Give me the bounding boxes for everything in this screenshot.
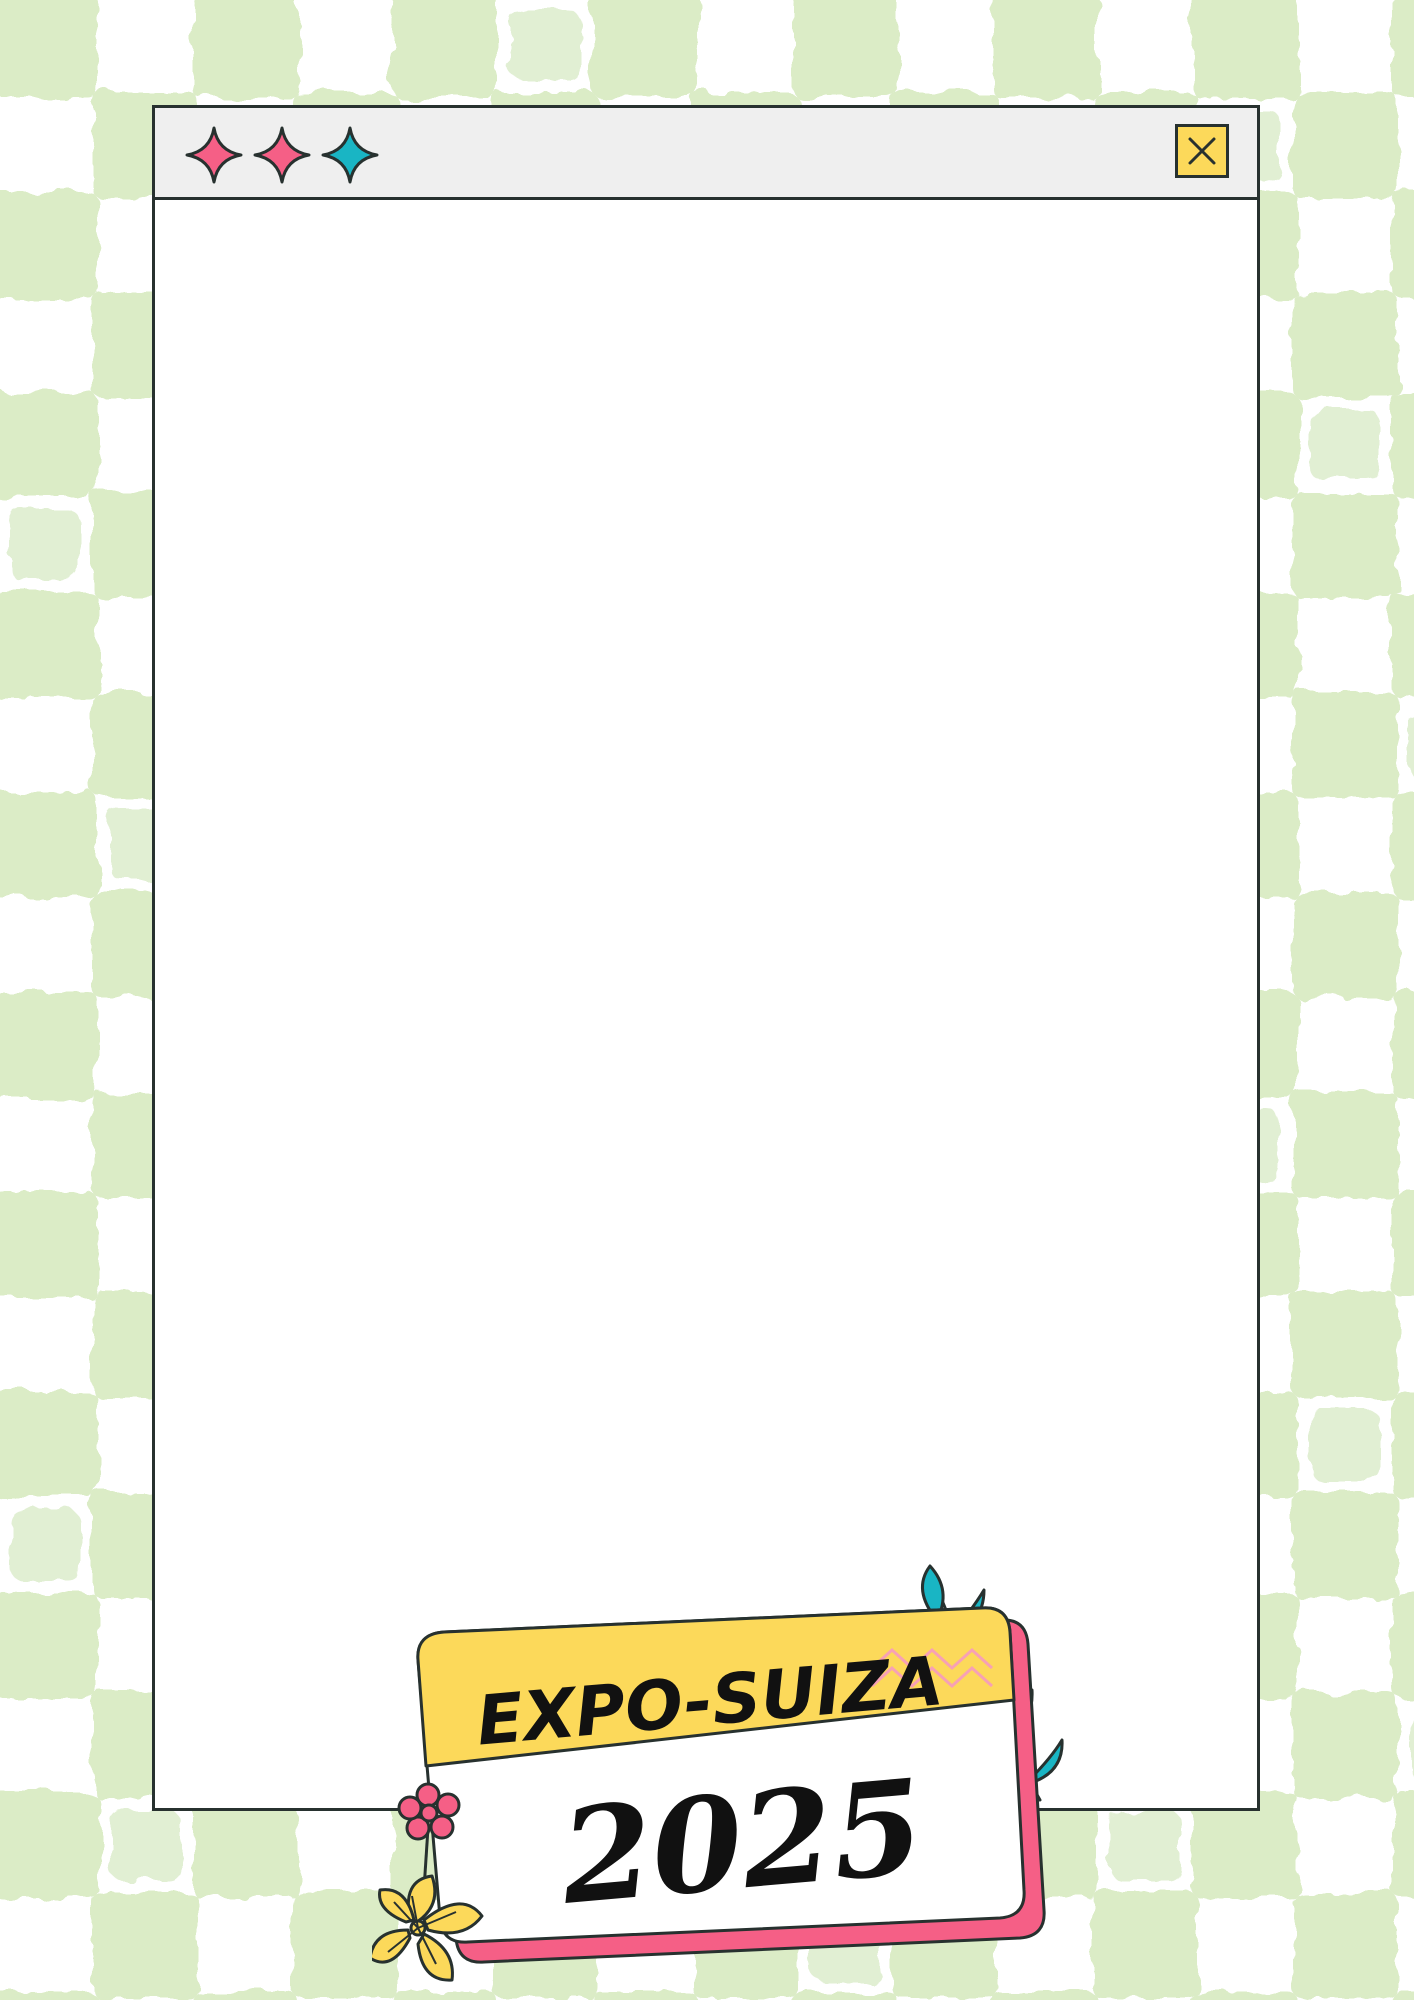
- badge-year: 2025: [554, 1750, 929, 1934]
- titlebar-stars: [183, 124, 381, 186]
- sparkle-star-pink-icon: [253, 126, 311, 184]
- close-x-icon: [1188, 137, 1216, 165]
- window-frame: [152, 105, 1260, 1811]
- sparkle-star-teal-icon: [321, 126, 379, 184]
- window-titlebar: [155, 108, 1257, 200]
- close-button[interactable]: [1175, 124, 1229, 178]
- event-badge: EXPO-SUIZA 2025: [372, 1560, 1072, 1990]
- sparkle-star-pink-icon: [185, 126, 243, 184]
